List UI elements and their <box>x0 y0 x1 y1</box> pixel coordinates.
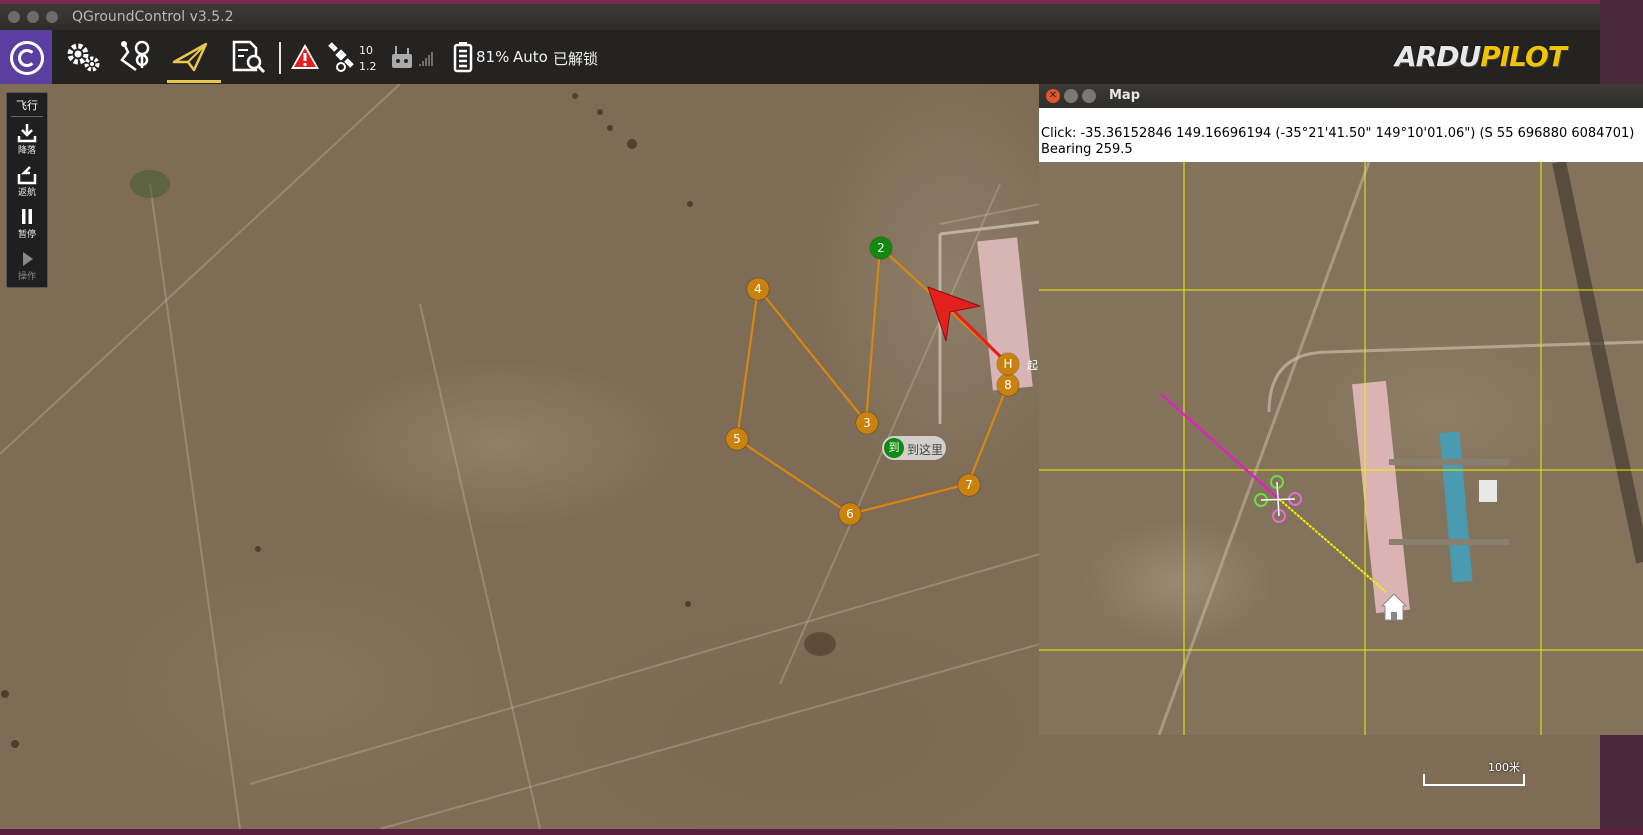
map-crater <box>804 632 836 656</box>
toolbar-separator <box>279 42 281 74</box>
gps-indicator[interactable]: 10 1.2 <box>325 30 385 84</box>
toolstrip-title: 飞行 <box>16 99 38 112</box>
battery-indicator[interactable] <box>450 30 478 84</box>
building <box>1479 480 1497 502</box>
gps-hdop: 1.2 <box>359 60 377 73</box>
toolstrip-action-label: 操作 <box>17 272 36 282</box>
waypoint-marker[interactable]: 5 <box>726 428 748 450</box>
takeoff-label: 起 <box>1027 359 1038 372</box>
tab-fly[interactable] <box>162 30 212 84</box>
rtl-icon <box>17 166 37 185</box>
highway <box>1552 162 1643 564</box>
warning-icon <box>291 44 319 69</box>
window-minimize-button[interactable] <box>27 11 39 23</box>
toolstrip-divider <box>11 116 43 117</box>
window-close-button[interactable] <box>8 11 20 23</box>
window-maximize-button[interactable] <box>46 11 58 23</box>
map-window-info-panel: Click: -35.36152846 149.16696194 (-35°21… <box>1039 108 1643 162</box>
toolstrip-action-button[interactable]: 操作 <box>7 249 47 282</box>
gear-icon <box>67 43 100 72</box>
window-title: QGroundControl v3.5.2 <box>72 9 234 25</box>
map-scale-label: 100米 <box>1488 761 1520 774</box>
logo-pilot-text: PILOT <box>1480 40 1567 73</box>
tab-settings[interactable] <box>56 30 106 84</box>
flight-mode-selector[interactable]: Auto <box>513 48 548 66</box>
gps-satellite-count: 10 <box>359 44 373 57</box>
map-bushes <box>1 93 693 748</box>
map-window-minimize-button[interactable] <box>1064 89 1078 103</box>
goto-location-marker[interactable]: 到 <box>884 438 904 458</box>
click-coordinates-text: Click: -35.36152846 149.16696194 (-35°21… <box>1041 126 1635 141</box>
map-road <box>1157 162 1371 735</box>
toolstrip-rtl-button[interactable]: 返航 <box>7 165 47 198</box>
toolstrip-pause-label: 暂停 <box>17 230 36 240</box>
map-window-overlay <box>1039 162 1643 735</box>
toolstrip-pause-button[interactable]: 暂停 <box>7 207 47 240</box>
active-tab-indicator <box>167 80 221 83</box>
waypoint-marker[interactable]: 6 <box>839 503 861 525</box>
qgc-logo-button[interactable] <box>0 30 52 84</box>
toolstrip-land-label: 降落 <box>17 146 36 156</box>
qgc-logo-inner-icon <box>18 49 36 67</box>
waypoint-marker[interactable]: 4 <box>747 278 769 300</box>
land-icon <box>17 124 37 143</box>
map-window-canvas[interactable] <box>1039 162 1643 735</box>
map-grid <box>1039 162 1643 735</box>
paper-plane-icon <box>172 42 208 72</box>
map-window-maximize-button[interactable] <box>1082 89 1096 103</box>
tab-plan[interactable] <box>108 30 158 84</box>
desktop-bottom-bar <box>0 829 1643 835</box>
battery-icon <box>453 42 473 73</box>
window-titlebar: QGroundControl v3.5.2 <box>0 4 1600 30</box>
apron-area <box>1439 431 1473 583</box>
waypoint-marker[interactable]: 2 <box>870 237 892 259</box>
fly-tool-strip: 飞行 降落 返航 暂停 操作 <box>6 92 48 288</box>
waypoint-marker[interactable]: 7 <box>958 474 980 496</box>
flight-trail <box>1160 393 1280 500</box>
satellite-icon <box>328 42 354 72</box>
map-window-titlebar: ✕ Map <box>1039 84 1643 108</box>
map-scale-bar <box>1423 774 1525 786</box>
map-vegetation <box>130 170 170 198</box>
waypoint-marker[interactable]: 3 <box>856 412 878 434</box>
home-marker[interactable]: H <box>997 353 1019 375</box>
waypoint-marker[interactable]: 8 <box>997 374 1019 396</box>
map-road <box>1267 340 1643 413</box>
logo-ardu-text: ARDU <box>1395 40 1481 73</box>
pause-icon <box>22 209 32 224</box>
map-window-close-button[interactable]: ✕ <box>1046 89 1060 103</box>
bearing-text: Bearing 259.5 <box>1041 142 1133 157</box>
messages-indicator[interactable] <box>290 30 324 84</box>
arm-status[interactable]: 已解锁 <box>553 48 598 69</box>
analyze-document-icon <box>232 40 266 74</box>
ardupilot-logo: ARDUPILOT <box>1395 40 1567 73</box>
battery-percent: 81% <box>476 48 510 66</box>
map-window-title: Map <box>1109 88 1141 103</box>
rc-rssi-indicator[interactable] <box>390 30 440 84</box>
toolstrip-land-button[interactable]: 降落 <box>7 123 47 156</box>
runway <box>1352 380 1410 614</box>
mavproxy-map-window: ✕ Map Click: -35.36152846 149.16696194 (… <box>1039 84 1643 735</box>
toolstrip-rtl-label: 返航 <box>17 188 36 198</box>
plan-route-icon <box>120 40 150 72</box>
tab-analyze[interactable] <box>222 30 272 84</box>
goto-location-label: 到这里 <box>907 443 944 457</box>
rc-transmitter-icon <box>392 46 433 68</box>
play-icon <box>23 252 33 266</box>
main-toolbar: 10 1.2 81% Auto 已解锁 ARDUPILOT <box>0 30 1600 84</box>
